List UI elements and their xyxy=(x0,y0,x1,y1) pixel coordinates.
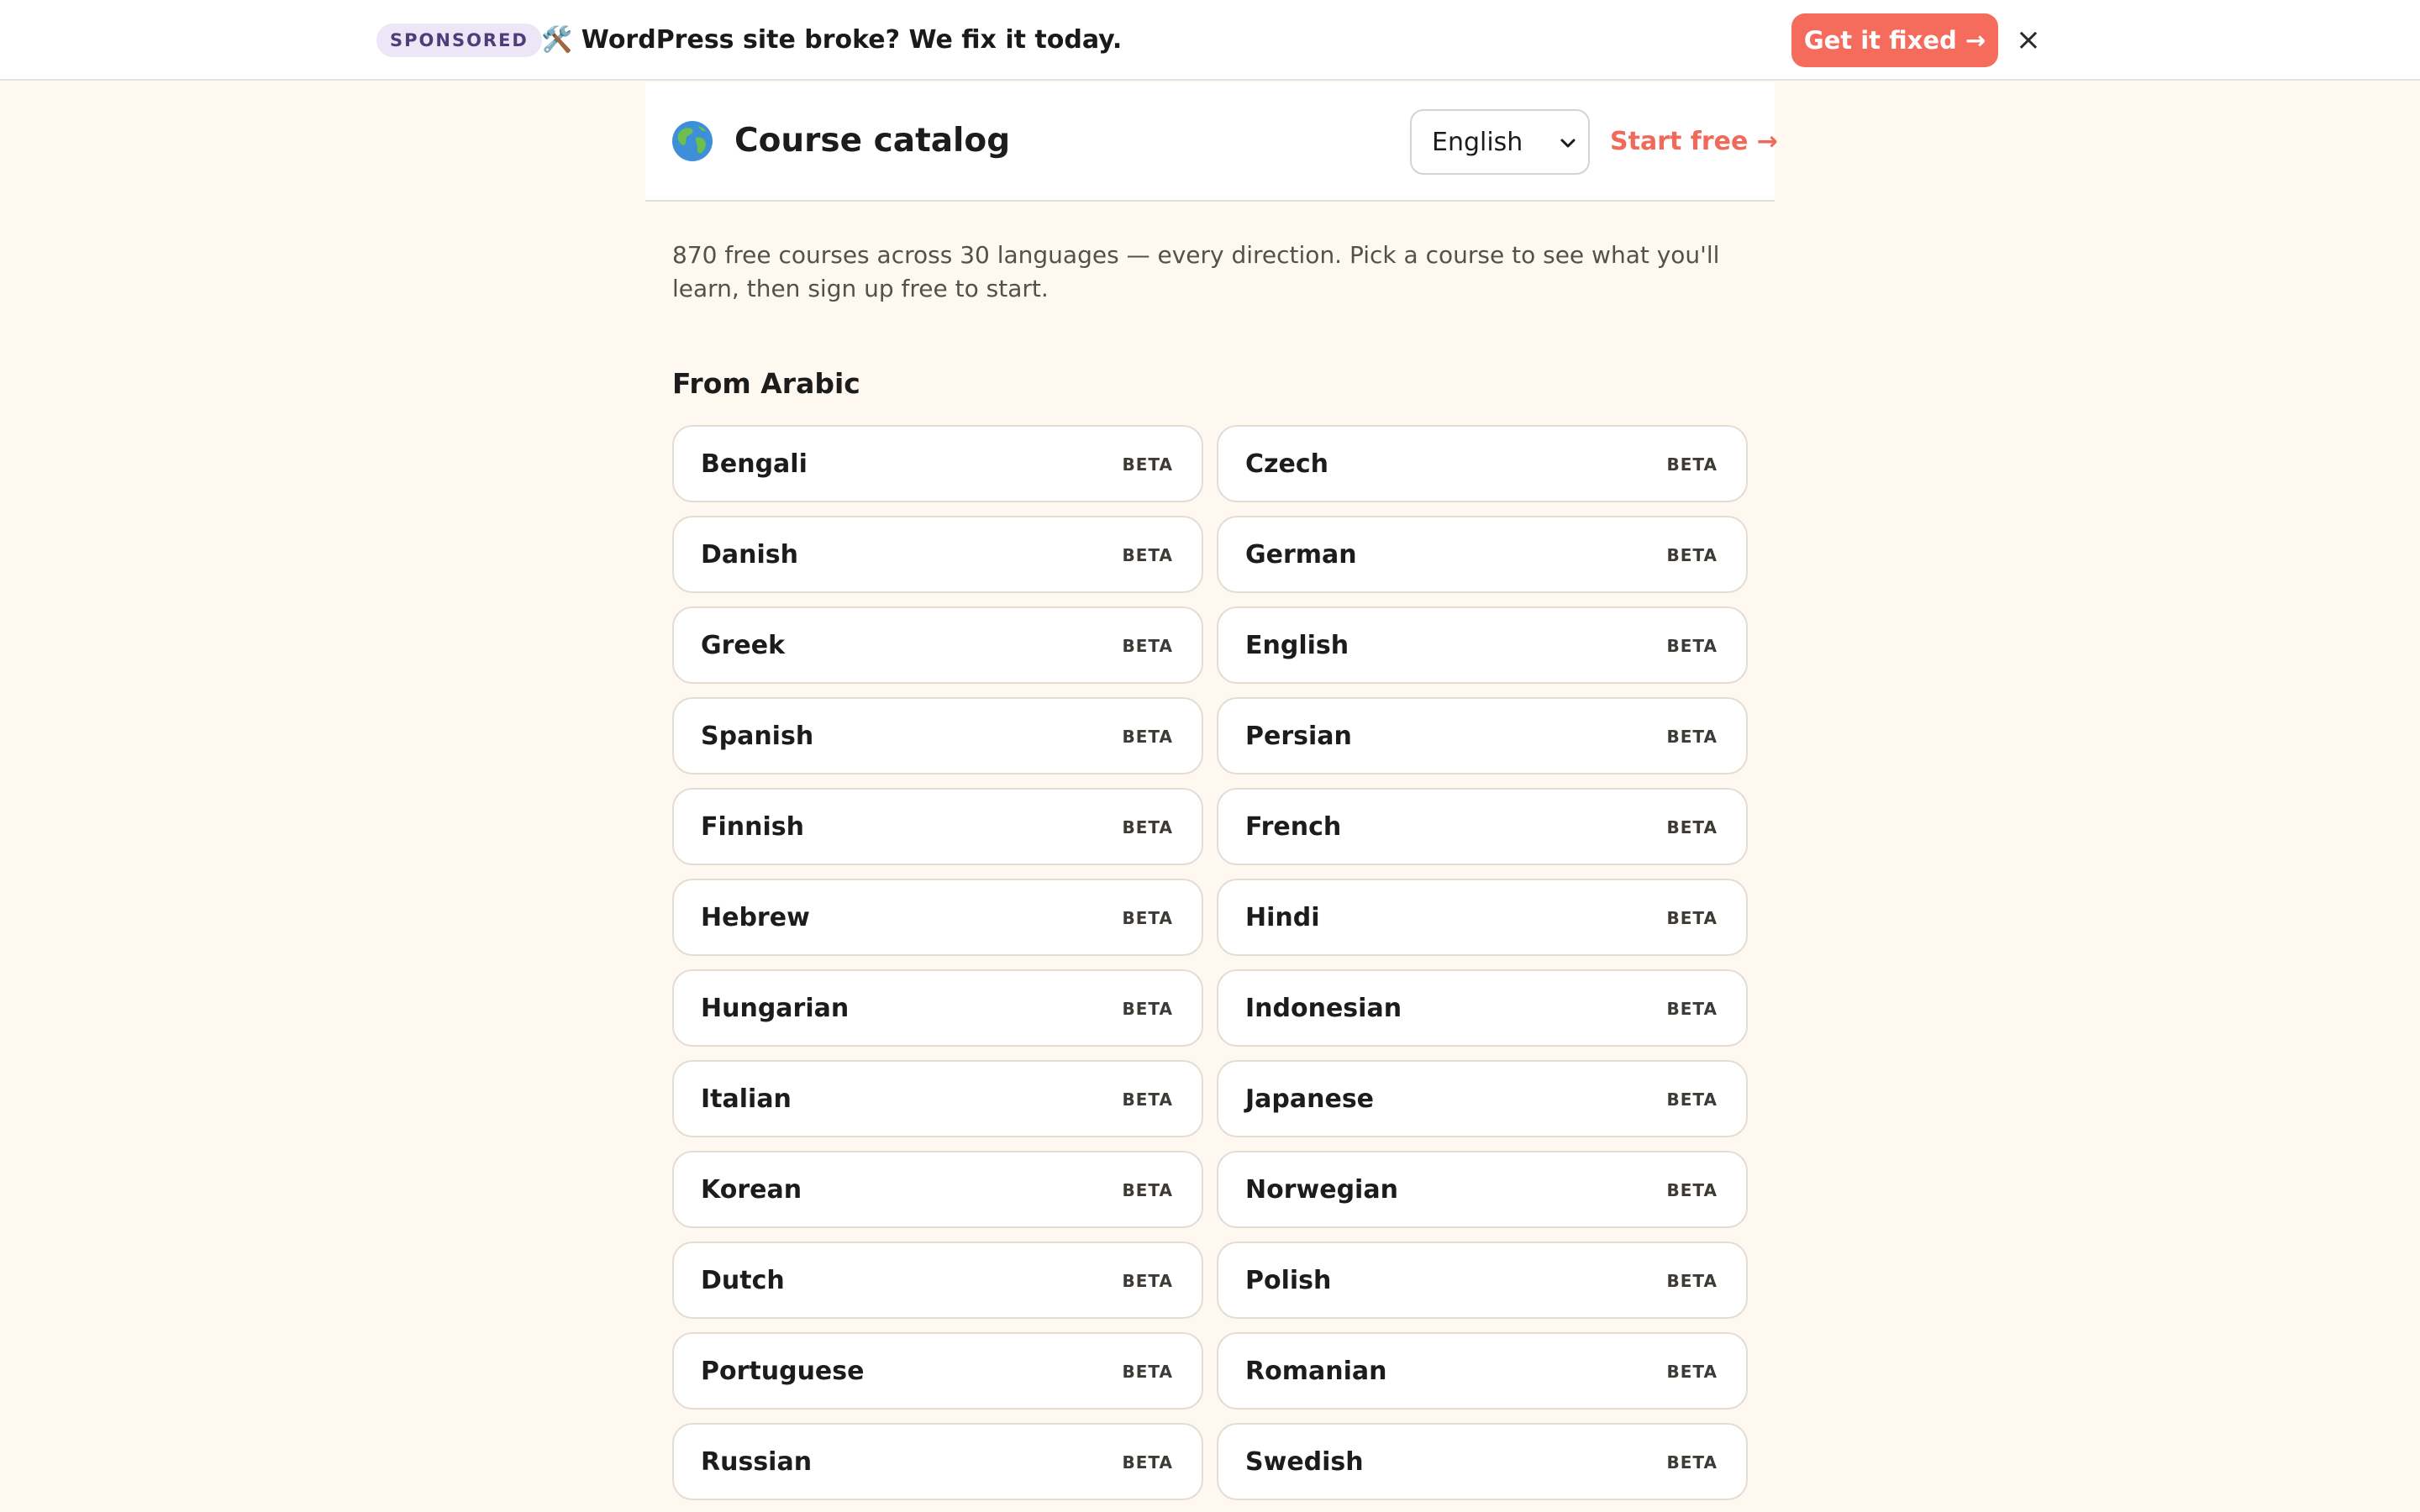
language-select-value: English xyxy=(1432,128,1523,157)
beta-badge: BETA xyxy=(1122,999,1173,1019)
course-card[interactable]: Portuguese BETA xyxy=(672,1332,1203,1410)
course-card[interactable]: Japanese BETA xyxy=(1217,1060,1748,1137)
course-label: Swedish xyxy=(1245,1447,1364,1477)
section-title: From Arabic xyxy=(672,367,860,400)
course-grid: Bengali BETA Czech BETA Danish BETA German B… xyxy=(672,425,1748,1500)
page-title: Course catalog xyxy=(734,122,1011,160)
course-card[interactable]: French BETA xyxy=(1217,788,1748,865)
beta-badge: BETA xyxy=(1666,1271,1718,1291)
course-label: Romanian xyxy=(1245,1357,1387,1386)
course-card[interactable]: Hebrew BETA xyxy=(672,879,1203,956)
course-label: English xyxy=(1245,631,1349,660)
course-label: Russian xyxy=(701,1447,813,1477)
beta-badge: BETA xyxy=(1122,1089,1173,1110)
course-label: Korean xyxy=(701,1175,802,1205)
close-icon[interactable]: × xyxy=(2008,20,2049,60)
course-label: Indonesian xyxy=(1245,994,1402,1023)
beta-badge: BETA xyxy=(1666,1362,1718,1382)
course-card[interactable]: Russian BETA xyxy=(672,1423,1203,1500)
course-card[interactable]: Persian BETA xyxy=(1217,697,1748,774)
course-card[interactable]: Indonesian BETA xyxy=(1217,969,1748,1047)
course-card[interactable]: German BETA xyxy=(1217,516,1748,593)
course-card[interactable]: Greek BETA xyxy=(672,606,1203,684)
catalog-header: Course catalog English Start free → xyxy=(645,82,1778,202)
catalog-intro: 870 free courses across 30 languages — e… xyxy=(672,241,1720,302)
beta-badge: BETA xyxy=(1122,454,1173,475)
course-card[interactable]: Italian BETA xyxy=(672,1060,1203,1137)
course-card[interactable]: Polish BETA xyxy=(1217,1242,1748,1319)
course-label: Italian xyxy=(701,1084,792,1114)
beta-badge: BETA xyxy=(1122,908,1173,928)
course-card[interactable]: Romanian BETA xyxy=(1217,1332,1748,1410)
beta-badge: BETA xyxy=(1666,1180,1718,1200)
course-card[interactable]: Spanish BETA xyxy=(672,697,1203,774)
beta-badge: BETA xyxy=(1122,1180,1173,1200)
course-card[interactable]: Dutch BETA xyxy=(672,1242,1203,1319)
course-label: Finnish xyxy=(701,812,804,842)
course-label: Czech xyxy=(1245,449,1328,479)
course-card[interactable]: Hungarian BETA xyxy=(672,969,1203,1047)
course-card[interactable]: Hindi BETA xyxy=(1217,879,1748,956)
course-label: French xyxy=(1245,812,1342,842)
beta-badge: BETA xyxy=(1122,545,1173,565)
globe-icon xyxy=(672,121,713,161)
course-label: Portuguese xyxy=(701,1357,865,1386)
sponsored-message: 🛠️ WordPress site broke? We fix it today… xyxy=(541,25,1123,55)
course-label: Japanese xyxy=(1245,1084,1375,1114)
course-label: Persian xyxy=(1245,722,1352,751)
beta-badge: BETA xyxy=(1666,999,1718,1019)
beta-badge: BETA xyxy=(1666,1452,1718,1473)
course-card[interactable]: Bengali BETA xyxy=(672,425,1203,502)
course-label: Hindi xyxy=(1245,903,1320,932)
course-label: Bengali xyxy=(701,449,808,479)
course-card[interactable]: Finnish BETA xyxy=(672,788,1203,865)
sponsored-badge: SPONSORED xyxy=(376,24,542,57)
course-label: Polish xyxy=(1245,1266,1332,1295)
get-it-fixed-button[interactable]: Get it fixed → xyxy=(1791,13,1998,67)
start-free-link[interactable]: Start free → xyxy=(1610,119,1778,165)
course-card[interactable]: Czech BETA xyxy=(1217,425,1748,502)
beta-badge: BETA xyxy=(1666,1089,1718,1110)
beta-badge: BETA xyxy=(1122,727,1173,747)
course-label: Greek xyxy=(701,631,786,660)
course-label: Dutch xyxy=(701,1266,785,1295)
beta-badge: BETA xyxy=(1666,727,1718,747)
language-select[interactable]: English xyxy=(1410,109,1590,175)
beta-badge: BETA xyxy=(1666,817,1718,837)
course-card[interactable]: Swedish BETA xyxy=(1217,1423,1748,1500)
beta-badge: BETA xyxy=(1666,908,1718,928)
beta-badge: BETA xyxy=(1666,636,1718,656)
sponsored-banner: SPONSORED 🛠️ WordPress site broke? We fi… xyxy=(0,0,2420,81)
course-label: Norwegian xyxy=(1245,1175,1398,1205)
beta-badge: BETA xyxy=(1666,545,1718,565)
chevron-down-icon xyxy=(1560,139,1576,148)
beta-badge: BETA xyxy=(1122,1362,1173,1382)
beta-badge: BETA xyxy=(1122,1271,1173,1291)
course-label: Hebrew xyxy=(701,903,810,932)
beta-badge: BETA xyxy=(1122,1452,1173,1473)
course-label: Spanish xyxy=(701,722,814,751)
beta-badge: BETA xyxy=(1122,636,1173,656)
course-card[interactable]: Norwegian BETA xyxy=(1217,1151,1748,1228)
beta-badge: BETA xyxy=(1122,817,1173,837)
course-label: German xyxy=(1245,540,1357,570)
beta-badge: BETA xyxy=(1666,454,1718,475)
course-card[interactable]: Korean BETA xyxy=(672,1151,1203,1228)
course-label: Hungarian xyxy=(701,994,850,1023)
course-label: Danish xyxy=(701,540,799,570)
course-card[interactable]: Danish BETA xyxy=(672,516,1203,593)
course-card[interactable]: English BETA xyxy=(1217,606,1748,684)
